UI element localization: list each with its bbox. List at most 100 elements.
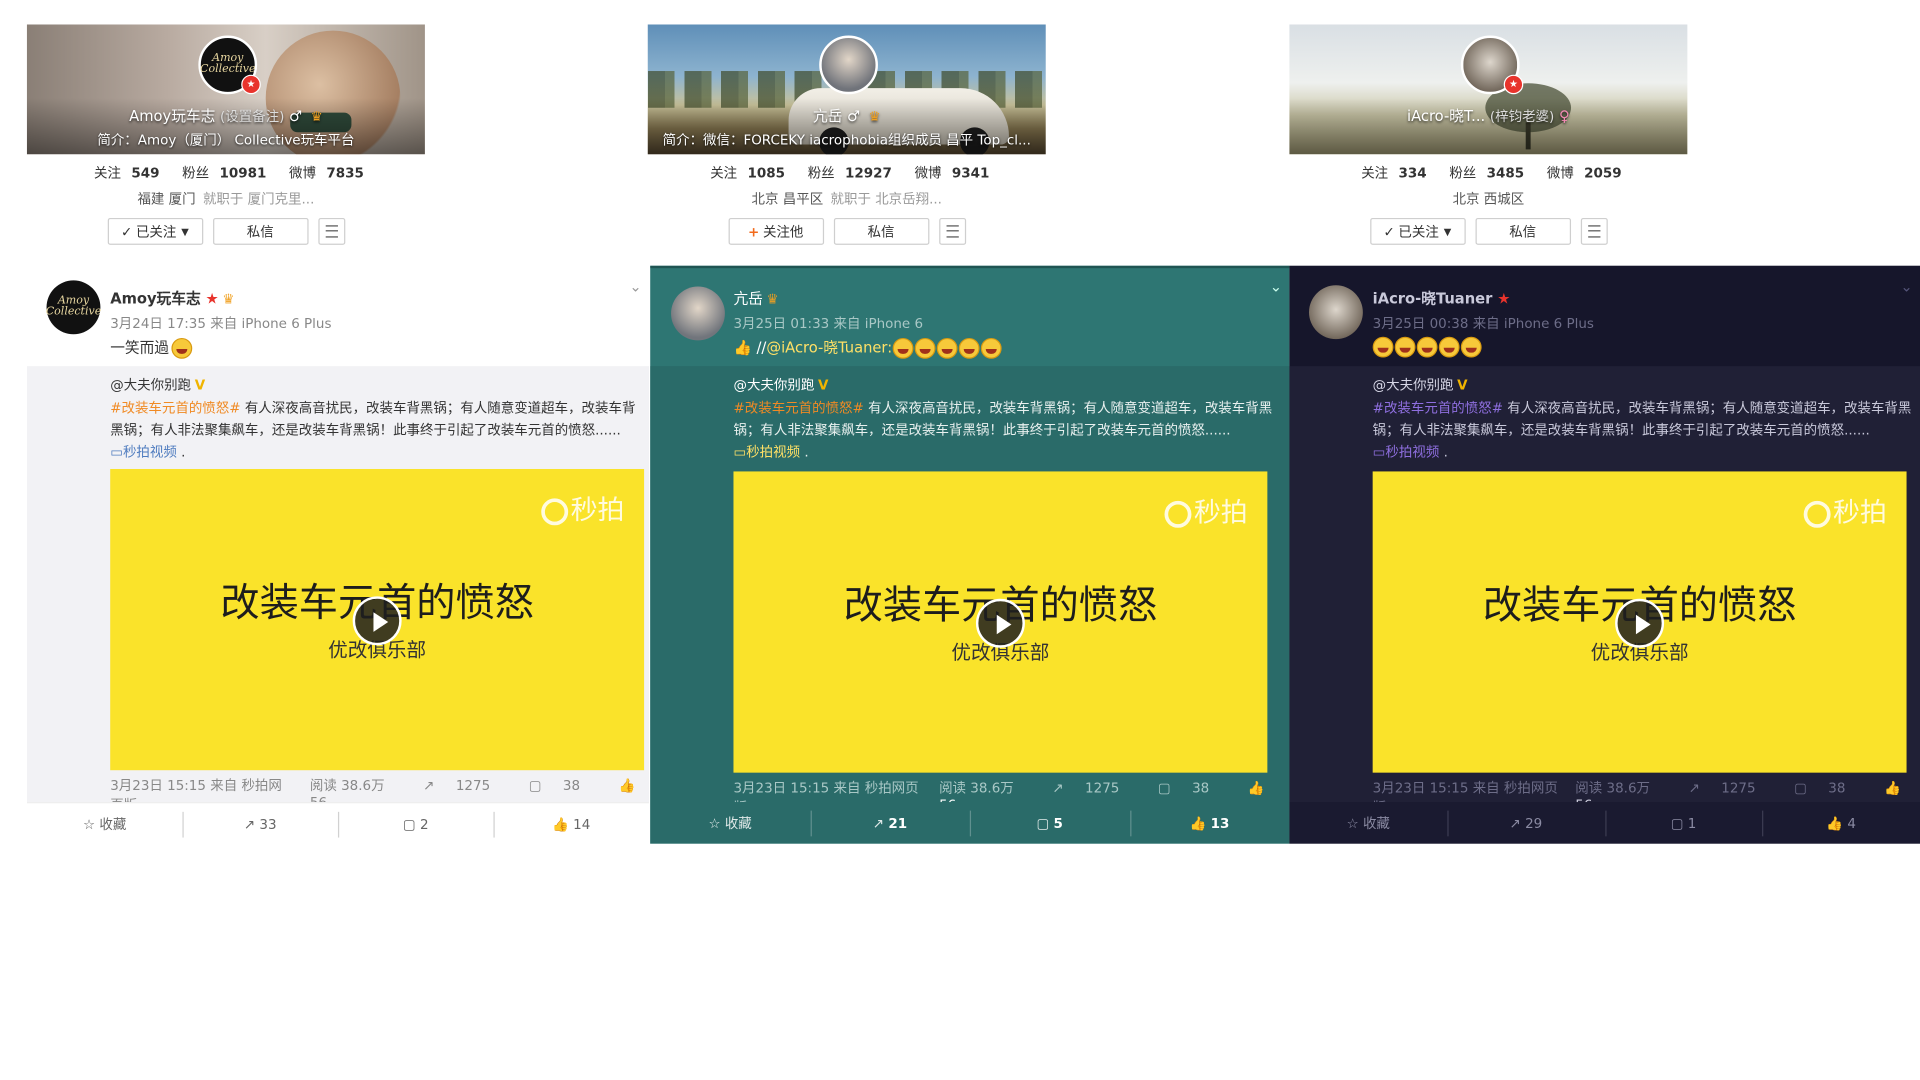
check-icon: ✓: [120, 223, 133, 240]
message-button[interactable]: 私信: [1474, 217, 1571, 245]
profile-name[interactable]: 亢岳 ♂ ♛: [648, 105, 1046, 126]
quoted-text: #改装车元首的愤怒# 有人深夜高音扰民，改装车背黑锅；有人随意变道超车，改装车背…: [733, 400, 1273, 461]
vip-crown-icon: ♛: [868, 108, 881, 125]
post-meta[interactable]: 3月25日 00:38 来自 iPhone 6 Plus: [1373, 313, 1594, 333]
more-menu-button[interactable]: [317, 217, 345, 245]
comment-icon: ▢: [528, 777, 542, 794]
quoted-author[interactable]: @大夫你别跑 V: [1373, 375, 1468, 395]
post-meta[interactable]: 3月24日 17:35 来自 iPhone 6 Plus: [110, 313, 331, 333]
profile-name[interactable]: Amoy玩车志 (设置备注) ♂ ♛: [27, 105, 425, 126]
like-button[interactable]: 👍 4: [1762, 810, 1920, 836]
profile-location: 北京 西城区: [1452, 191, 1525, 207]
more-menu-button[interactable]: [938, 217, 966, 245]
chevron-down-icon[interactable]: ⌄: [1900, 278, 1912, 295]
repost-icon: ↗: [1509, 814, 1521, 831]
thumbs-up-icon: 👍: [1884, 780, 1901, 796]
post-avatar[interactable]: Amoy Collective: [46, 280, 101, 335]
play-icon[interactable]: [352, 596, 402, 646]
profile-bio: 简介：微信：FORCEKY iacrophobia组织成员 昌平 Top_cl.…: [662, 132, 1031, 149]
post-avatar[interactable]: [1308, 285, 1363, 340]
fans-count[interactable]: 粉丝 12927: [802, 165, 892, 181]
plus-icon: +: [748, 223, 760, 240]
video-link[interactable]: ▭秒拍视频: [110, 444, 177, 460]
laugh-emoji-icon: [1416, 336, 1438, 358]
favorite-button[interactable]: ☆ 收藏: [1289, 813, 1447, 833]
quoted-comment[interactable]: ▢ 38: [1777, 780, 1845, 796]
favorite-button[interactable]: ☆ 收藏: [27, 814, 183, 834]
quoted-repost[interactable]: ↗ 1275: [1671, 780, 1756, 796]
profile-buttons: ✓ 已关注 ▼ 私信: [1289, 217, 1687, 245]
quoted-text: #改装车元首的愤怒# 有人深夜高音扰民，改装车背黑锅；有人随意变道超车，改装车背…: [1372, 400, 1912, 461]
feed-post-kangyue: 亢岳 ♛ ⌄ 3月25日 01:33 来自 iPhone 6 👍 //@iAcro…: [650, 265, 1290, 844]
theme-top-strip: [650, 265, 1290, 269]
comment-icon: ▢: [1157, 780, 1171, 796]
like-button[interactable]: 👍 14: [493, 811, 649, 837]
post-author[interactable]: Amoy玩车志 ★ ♛: [110, 288, 234, 309]
chevron-down-icon[interactable]: ⌄: [629, 278, 641, 295]
play-icon[interactable]: [975, 598, 1025, 648]
follow-count[interactable]: 关注 1085: [704, 165, 785, 181]
follow-button[interactable]: + 关注他: [727, 217, 824, 245]
video-link[interactable]: ▭秒拍视频: [1373, 444, 1440, 460]
profile-avatar[interactable]: [819, 35, 878, 95]
comment-button[interactable]: ▢ 5: [969, 810, 1130, 836]
screenshot-canvas: Amoy Collective ★ Amoy玩车志 (设置备注) ♂ ♛ 简介：…: [0, 0, 1920, 1078]
male-icon: ♂: [846, 107, 861, 125]
more-menu-button[interactable]: [1580, 217, 1608, 245]
hashtag-link[interactable]: #改装车元首的愤怒#: [1373, 400, 1503, 416]
repost-button[interactable]: ↗ 21: [810, 810, 970, 836]
weibo-count[interactable]: 微博 2059: [1541, 165, 1622, 181]
verified-badge-icon: ★: [241, 74, 261, 95]
profile-buttons: + 关注他 私信: [648, 217, 1046, 245]
comment-button[interactable]: ▢ 1: [1604, 810, 1763, 836]
laugh-emoji-icon: [914, 337, 936, 359]
profile-name[interactable]: iAcro-晓T... (梓钧老婆) ♀: [1289, 105, 1687, 126]
post-avatar[interactable]: [671, 286, 725, 341]
profile-cover-image: ★ iAcro-晓T... (梓钧老婆) ♀: [1289, 24, 1688, 155]
quoted-post: @大夫你别跑 V #改装车元首的愤怒# 有人深夜高音扰民，改装车背黑锅；有人随意变…: [1289, 366, 1920, 816]
comment-icon: ▢: [1036, 814, 1050, 831]
play-icon[interactable]: [1615, 598, 1665, 648]
hashtag-link[interactable]: #改装车元首的愤怒#: [733, 400, 863, 416]
following-dropdown-button[interactable]: ✓ 已关注 ▼: [107, 217, 203, 245]
quoted-comment[interactable]: ▢ 38: [512, 778, 580, 794]
chevron-down-icon[interactable]: ⌄: [1270, 278, 1282, 295]
message-button[interactable]: 私信: [833, 217, 929, 245]
following-dropdown-button[interactable]: ✓ 已关注 ▼: [1369, 217, 1466, 245]
mention-link[interactable]: @iAcro-晓Tuaner:: [766, 339, 892, 356]
post-author[interactable]: iAcro-晓Tuaner ★: [1373, 288, 1511, 309]
thumbs-up-icon: 👍: [1826, 814, 1844, 831]
video-thumbnail[interactable]: 秒拍 改装车元首的愤怒 优改俱乐部: [110, 468, 645, 771]
quoted-author[interactable]: @大夫你别跑 V: [110, 375, 205, 395]
weibo-count[interactable]: 微博 7835: [283, 165, 364, 181]
post-meta[interactable]: 3月25日 01:33 来自 iPhone 6: [733, 313, 923, 333]
feed-post-amoy: Amoy Collective Amoy玩车志 ★ ♛ ⌄ 3月24日 17:35 …: [26, 265, 649, 844]
like-button[interactable]: 👍 13: [1129, 810, 1290, 836]
vip-crown-icon: ♛: [222, 291, 235, 308]
quoted-author[interactable]: @大夫你别跑 V: [733, 375, 828, 395]
video-thumbnail[interactable]: 秒拍 改装车元首的愤怒 优改俱乐部: [733, 471, 1268, 773]
message-button[interactable]: 私信: [212, 217, 308, 245]
follow-count[interactable]: 关注 549: [88, 165, 159, 181]
quoted-comment[interactable]: ▢ 38: [1141, 780, 1209, 796]
comment-button[interactable]: ▢ 2: [337, 811, 494, 837]
post-action-bar: ☆ 收藏 ↗ 33 ▢ 2 👍 14: [26, 802, 649, 844]
caret-down-icon: ▼: [1443, 225, 1452, 237]
repost-button[interactable]: ↗ 33: [182, 811, 338, 837]
post-author[interactable]: 亢岳 ♛: [733, 288, 778, 309]
quoted-repost[interactable]: ↗ 1275: [1035, 780, 1119, 796]
video-link[interactable]: ▭秒拍视频: [733, 444, 800, 460]
fans-count[interactable]: 粉丝 3485: [1443, 165, 1524, 181]
follow-count[interactable]: 关注 334: [1355, 165, 1426, 181]
hashtag-link[interactable]: #改装车元首的愤怒#: [110, 400, 240, 416]
weibo-count[interactable]: 微博 9341: [908, 165, 990, 181]
quoted-repost[interactable]: ↗ 1275: [406, 778, 490, 794]
verified-badge-icon: ★: [1503, 74, 1524, 95]
remark-link[interactable]: (设置备注): [220, 109, 284, 125]
repost-icon: ↗: [1688, 780, 1700, 796]
repost-button[interactable]: ↗ 29: [1447, 810, 1605, 836]
favorite-button[interactable]: ☆ 收藏: [650, 813, 810, 833]
video-thumbnail[interactable]: 秒拍 改装车元首的愤怒 优改俱乐部: [1372, 471, 1907, 773]
profile-job: 就职于 厦门克里...: [202, 191, 315, 207]
fans-count[interactable]: 粉丝 10981: [176, 165, 266, 181]
